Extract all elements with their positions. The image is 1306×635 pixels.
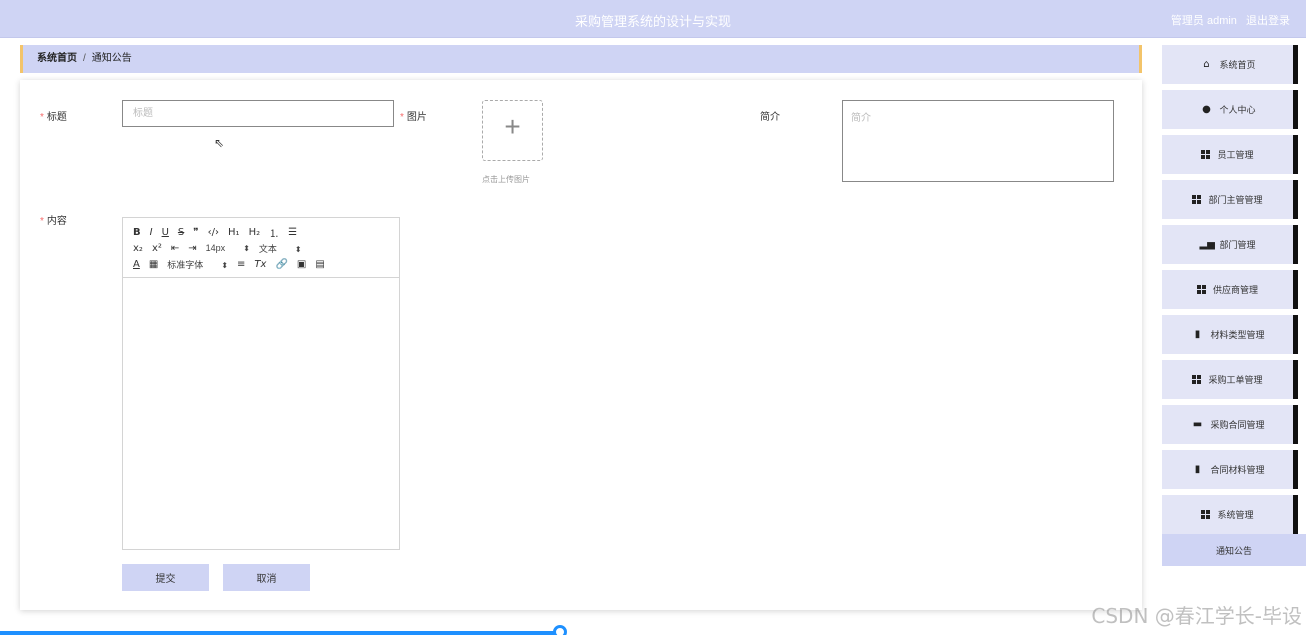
clipboard-icon: ▮	[1194, 329, 1201, 340]
grid-icon	[1201, 510, 1211, 519]
grid-icon	[1196, 285, 1206, 294]
bullet-list-icon[interactable]: ☰	[288, 227, 297, 238]
font-family-select[interactable]: 标准字体 ⬍	[167, 258, 228, 271]
sidebar-item-suppliers[interactable]: 供应商管理	[1162, 270, 1298, 309]
sidebar-item-home[interactable]: ⌂ 系统首页	[1162, 45, 1298, 84]
clear-format-icon[interactable]: Tx	[254, 259, 266, 270]
superscript-icon[interactable]: x²	[152, 243, 162, 254]
watermark: CSDN @春江学长-毕设	[1091, 604, 1302, 628]
user-icon: ●	[1202, 104, 1211, 115]
outdent-icon[interactable]: ⇤	[171, 243, 179, 254]
grid-icon	[1201, 150, 1211, 159]
upload-tip: 点击上传图片	[482, 175, 530, 184]
image-label: * 图片	[400, 112, 427, 123]
intro-label: 简介	[760, 112, 780, 123]
ordered-list-icon[interactable]: ⒈	[269, 225, 279, 240]
submit-button[interactable]: 提交	[122, 564, 209, 591]
scroll-progress-bar	[0, 631, 562, 635]
app-title: 采购管理系统的设计与实现	[574, 14, 731, 29]
clipboard-icon: ▮	[1194, 464, 1201, 475]
sidebar-item-employees[interactable]: 员工管理	[1162, 135, 1298, 174]
user-area: 管理员 admin 退出登录	[1165, 12, 1290, 28]
breadcrumb: 系统首页 / 通知公告	[20, 45, 1142, 73]
home-icon: ⌂	[1203, 59, 1210, 70]
editor-content-area[interactable]	[123, 278, 399, 550]
indent-icon[interactable]: ⇥	[188, 243, 196, 254]
plus-icon: +	[504, 111, 521, 142]
current-user: 管理员 admin	[1170, 15, 1237, 27]
breadcrumb-home[interactable]: 系统首页	[37, 53, 77, 64]
logout-link[interactable]: 退出登录	[1246, 15, 1290, 27]
sidebar-item-contract-materials[interactable]: ▮ 合同材料管理	[1162, 450, 1298, 489]
title-input[interactable]	[122, 100, 394, 127]
sidebar-item-notices[interactable]: 通知公告	[1162, 534, 1306, 566]
scroll-progress-knob[interactable]	[553, 625, 567, 635]
link-icon[interactable]: 🔗	[275, 259, 287, 270]
briefcase-icon: ▬	[1192, 419, 1203, 430]
font-color-icon[interactable]: A	[133, 259, 140, 270]
sidebar-menu: ⌂ 系统首页 ● 个人中心 员工管理 部门主管管理 ▂▅ 部门管理 供应商管理 …	[1162, 40, 1306, 635]
sidebar-item-system[interactable]: 系统管理	[1162, 495, 1298, 534]
heading1-icon[interactable]: H₁	[228, 227, 240, 238]
breadcrumb-separator: /	[83, 53, 86, 64]
video-icon[interactable]: ▤	[315, 259, 324, 270]
blockquote-icon[interactable]: ❞	[193, 227, 198, 238]
rich-text-editor: B I U S ❞ ‹/› H₁ H₂ ⒈ ☰ x₂ x² ⇤ ⇥ 14px ⬍ …	[122, 217, 400, 550]
content-label: * 内容	[40, 216, 67, 227]
underline-icon[interactable]: U	[162, 227, 169, 238]
sidebar-item-dept-heads[interactable]: 部门主管管理	[1162, 180, 1298, 219]
strikethrough-icon[interactable]: S	[178, 227, 184, 238]
sidebar-item-contracts[interactable]: ▬ 采购合同管理	[1162, 405, 1298, 444]
title-label: * 标题	[40, 112, 67, 123]
header-select[interactable]: 文本 ⬍	[259, 242, 302, 255]
grid-icon	[1192, 195, 1202, 204]
top-header: 采购管理系统的设计与实现 管理员 admin 退出登录	[0, 0, 1306, 38]
sidebar-item-material-types[interactable]: ▮ 材料类型管理	[1162, 315, 1298, 354]
image-upload[interactable]: +	[482, 100, 543, 161]
cancel-button[interactable]: 取消	[223, 564, 310, 591]
align-icon[interactable]: ≡	[237, 259, 245, 270]
heading2-icon[interactable]: H₂	[249, 227, 261, 238]
breadcrumb-current: 通知公告	[91, 53, 132, 64]
background-color-icon[interactable]: ▦	[149, 259, 158, 270]
code-block-icon[interactable]: ‹/›	[208, 227, 219, 238]
grid-icon	[1192, 375, 1202, 384]
subscript-icon[interactable]: x₂	[133, 243, 143, 254]
intro-textarea[interactable]	[842, 100, 1114, 182]
notice-form: *标题 *图片 + 点击上传图片 简介 *内容 B I U S ❞ ‹/› H₁…	[20, 80, 1142, 610]
mouse-cursor-icon: ⇖	[214, 136, 225, 150]
italic-icon[interactable]: I	[150, 227, 153, 238]
bar-chart-icon: ▂▅	[1199, 239, 1215, 250]
sidebar-item-profile[interactable]: ● 个人中心	[1162, 90, 1298, 129]
sidebar-item-departments[interactable]: ▂▅ 部门管理	[1162, 225, 1298, 264]
image-icon[interactable]: ▣	[297, 259, 306, 270]
sidebar-item-work-orders[interactable]: 采购工单管理	[1162, 360, 1298, 399]
font-size-select[interactable]: 14px ⬍	[206, 243, 250, 253]
editor-toolbar: B I U S ❞ ‹/› H₁ H₂ ⒈ ☰ x₂ x² ⇤ ⇥ 14px ⬍ …	[123, 218, 399, 278]
bold-icon[interactable]: B	[133, 227, 141, 238]
